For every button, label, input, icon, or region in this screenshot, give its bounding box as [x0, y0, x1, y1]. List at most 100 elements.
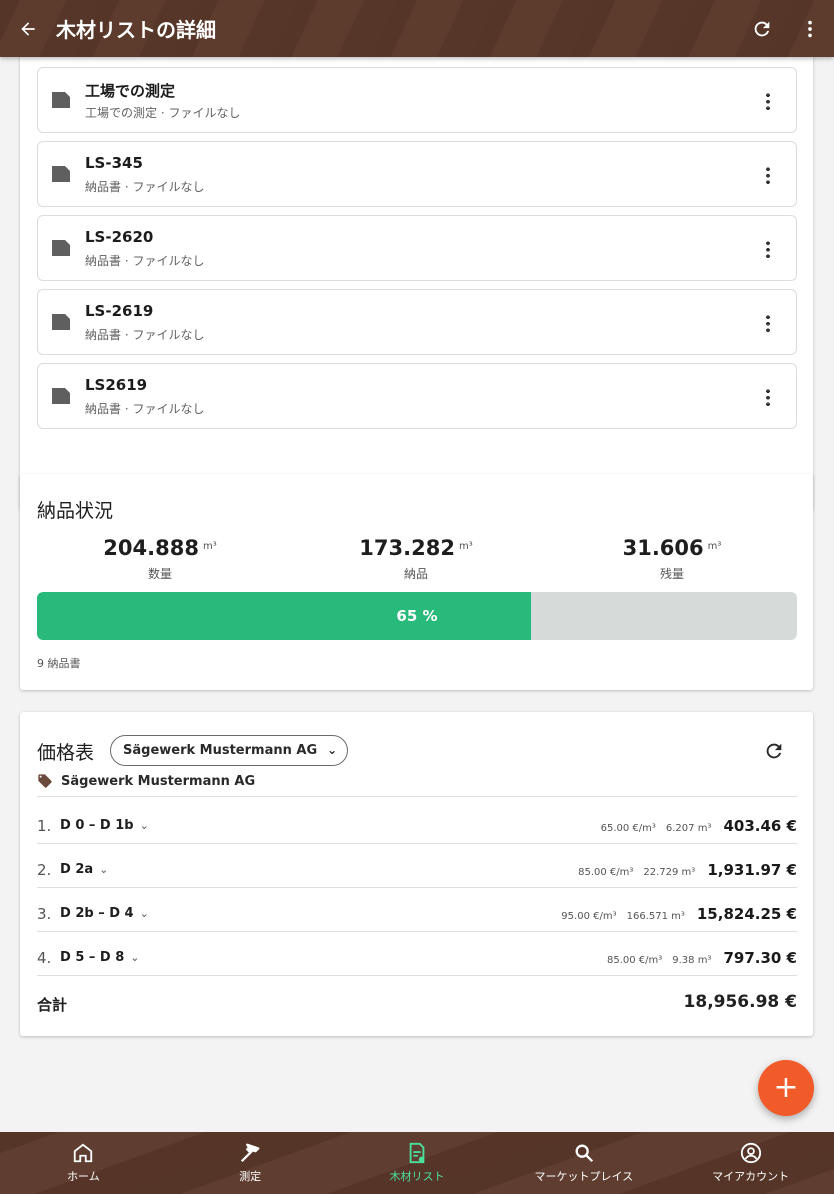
document-menu-button[interactable] — [756, 383, 780, 411]
account-icon — [740, 1142, 761, 1164]
stat-label: 残量 — [659, 567, 684, 581]
document-subtitle: 納品書 · ファイルなし — [85, 402, 205, 416]
divider — [37, 796, 797, 797]
more-vert-icon — [766, 240, 770, 258]
chevron-down-icon: ⌄ — [327, 743, 338, 757]
more-vert-icon — [766, 92, 770, 110]
document-icon — [52, 166, 70, 182]
row-meta: 65.00 €/m³ 6.207 m³ 403.46 € — [601, 817, 797, 835]
document-menu-button[interactable] — [756, 309, 780, 337]
grade-class[interactable]: D 5 – D 8 ⌄ — [60, 950, 140, 965]
price-row[interactable]: 1. D 0 – D 1b ⌄ 65.00 €/m³ 6.207 m³ 403.4… — [37, 804, 797, 848]
grade-label: D 5 – D 8 — [60, 950, 125, 965]
nav-account[interactable]: マイアカウント — [667, 1132, 834, 1194]
row-meta: 95.00 €/m³ 166.571 m³ 15,824.25 € — [561, 905, 797, 923]
more-vert-icon — [766, 166, 770, 184]
more-vert-icon — [766, 388, 770, 406]
price-list-title: 価格表 — [37, 742, 95, 764]
row-meta: 85.00 €/m³ 22.729 m³ 1,931.97 € — [578, 861, 797, 879]
stat-value: 173.282 — [359, 536, 455, 560]
progress-label: 65 % — [396, 607, 438, 625]
document-name: LS-2620 — [85, 228, 154, 246]
row-number: 1. — [37, 817, 52, 835]
total-row: 合計 18,956.98 € — [37, 990, 797, 1020]
refresh-icon — [766, 743, 782, 759]
hammer-icon — [241, 1143, 260, 1163]
stat-unit: m³ — [202, 541, 217, 552]
supplier-label: Sägewerk Mustermann AG — [37, 773, 255, 789]
stat-label: 納品 — [403, 567, 428, 581]
document-icon — [52, 240, 70, 256]
stat-label: 数量 — [147, 567, 172, 581]
scroll-content[interactable]: 工場での測定 工場での測定 · ファイルなし LS-345 納品書 · ファイル… — [0, 57, 834, 1132]
chevron-down-icon: ⌄ — [99, 863, 109, 876]
document-icon — [52, 92, 70, 108]
grade-class[interactable]: D 0 – D 1b ⌄ — [60, 818, 149, 833]
nav-label: 測定 — [239, 1170, 262, 1183]
stat-remaining: 31.606 m³ 残量 — [552, 536, 792, 582]
document-subtitle: 納品書 · ファイルなし — [85, 328, 205, 342]
nav-wood-list[interactable]: 木材リスト — [334, 1132, 501, 1194]
price-row[interactable]: 2. D 2a ⌄ 85.00 €/m³ 22.729 m³ 1,931.97 € — [37, 848, 797, 892]
document-item[interactable]: LS2619 納品書 · ファイルなし — [37, 363, 797, 429]
divider — [37, 975, 797, 976]
amount: 403.46 € — [723, 817, 797, 835]
document-icon — [52, 314, 70, 330]
price-row[interactable]: 3. D 2b – D 4 ⌄ 95.00 €/m³ 166.571 m³ 15,… — [37, 892, 797, 936]
unit-price: 95.00 €/m³ — [561, 911, 617, 922]
unit-price: 85.00 €/m³ — [578, 867, 634, 878]
supplier-dropdown-value: Sägewerk Mustermann AG — [123, 743, 318, 758]
price-refresh-button[interactable] — [760, 737, 788, 765]
add-fab-button[interactable]: + — [758, 1060, 814, 1116]
grade-class[interactable]: D 2b – D 4 ⌄ — [60, 906, 149, 921]
stat-unit: m³ — [707, 541, 722, 552]
document-item[interactable]: LS-2620 納品書 · ファイルなし — [37, 215, 797, 281]
document-item[interactable]: LS-2619 納品書 · ファイルなし — [37, 289, 797, 355]
arrow-back-icon — [21, 21, 35, 36]
back-button[interactable] — [0, 0, 56, 57]
nav-label: マーケットプレイス — [534, 1170, 634, 1183]
more-vert-icon — [766, 314, 770, 332]
unit-price: 65.00 €/m³ — [600, 823, 656, 834]
document-menu-button[interactable] — [756, 161, 780, 189]
nav-label: ホーム — [67, 1170, 100, 1183]
nav-home[interactable]: ホーム — [0, 1132, 167, 1194]
nav-label: マイアカウント — [712, 1170, 790, 1183]
volume: 9.38 m³ — [672, 955, 712, 966]
document-item[interactable]: LS-345 納品書 · ファイルなし — [37, 141, 797, 207]
amount: 1,931.97 € — [707, 861, 797, 879]
amount: 797.30 € — [723, 949, 797, 967]
delivery-title: 納品状況 — [37, 500, 114, 522]
refresh-button[interactable] — [738, 0, 786, 57]
total-value: 18,956.98 € — [683, 992, 797, 1012]
stat-value: 204.888 — [103, 536, 199, 560]
stat-delivered: 173.282 m³ 納品 — [296, 536, 536, 582]
amount: 15,824.25 € — [696, 905, 797, 923]
overflow-menu-button[interactable] — [786, 0, 834, 57]
document-menu-button[interactable] — [756, 87, 780, 115]
document-subtitle: 納品書 · ファイルなし — [85, 254, 205, 268]
nav-marketplace[interactable]: マーケットプレイス — [500, 1132, 667, 1194]
document-menu-button[interactable] — [756, 235, 780, 263]
tag-icon — [38, 774, 52, 788]
nav-measure[interactable]: 測定 — [167, 1132, 334, 1194]
row-number: 2. — [37, 861, 52, 879]
document-item[interactable]: 工場での測定 工場での測定 · ファイルなし — [37, 67, 797, 133]
grade-class[interactable]: D 2a ⌄ — [60, 862, 108, 877]
grade-label: D 0 – D 1b — [60, 818, 134, 833]
divider — [37, 843, 797, 844]
price-row[interactable]: 4. D 5 – D 8 ⌄ 85.00 €/m³ 9.38 m³ 797.30 … — [37, 936, 797, 980]
wood-list-icon — [409, 1142, 425, 1164]
volume: 166.571 m³ — [626, 911, 685, 922]
document-name: 工場での測定 — [85, 82, 176, 100]
supplier-dropdown[interactable]: Sägewerk Mustermann AG ⌄ — [110, 735, 349, 766]
unit-price: 85.00 €/m³ — [606, 955, 663, 966]
row-meta: 85.00 €/m³ 9.38 m³ 797.30 € — [607, 949, 797, 967]
delivery-progress-bar: 65 % — [37, 592, 797, 640]
bottom-navigation: ホーム 測定 木材リスト マーケットプレイス マイアカウント — [0, 1132, 834, 1194]
volume: 22.729 m³ — [643, 867, 696, 878]
delivery-notes-count: 9 納品書 — [37, 657, 81, 670]
document-icon — [52, 388, 70, 404]
documents-card: 工場での測定 工場での測定 · ファイルなし LS-345 納品書 · ファイル… — [20, 57, 813, 510]
chevron-down-icon: ⌄ — [139, 819, 149, 832]
